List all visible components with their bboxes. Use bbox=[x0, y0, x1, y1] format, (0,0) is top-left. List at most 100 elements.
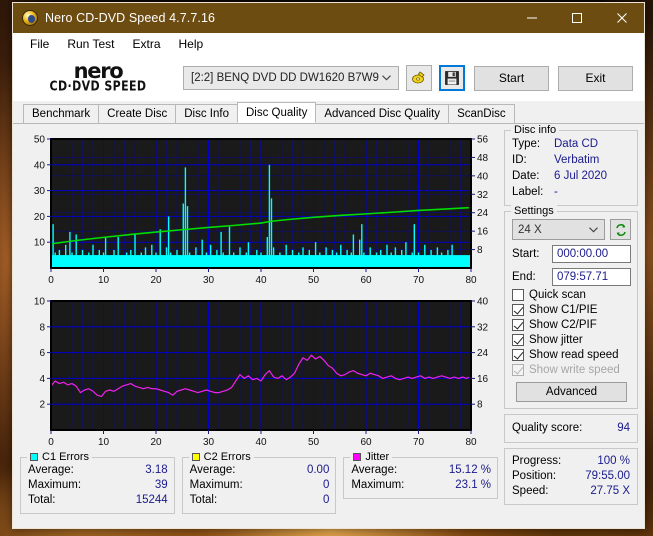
disc-type-row: Type: Data CD bbox=[512, 136, 631, 152]
disc-date-label: Date: bbox=[512, 170, 540, 182]
start-label: Start: bbox=[512, 248, 540, 260]
settings-panel: Settings 24 X Start: 000:00.00 End: 079:… bbox=[504, 205, 638, 409]
svg-text:10: 10 bbox=[98, 275, 110, 286]
svg-text:60: 60 bbox=[360, 275, 372, 286]
advanced-button[interactable]: Advanced bbox=[516, 382, 627, 402]
svg-text:20: 20 bbox=[150, 275, 162, 286]
minimize-button[interactable] bbox=[509, 3, 554, 33]
disc-info-legend: Disc info bbox=[511, 124, 560, 136]
svg-text:70: 70 bbox=[413, 437, 425, 448]
disc-eject-button[interactable] bbox=[406, 65, 432, 91]
tab-strip: Benchmark Create Disc Disc Info Disc Qua… bbox=[13, 102, 644, 124]
quick-scan-row[interactable]: Quick scan bbox=[512, 289, 631, 301]
show-read-speed-label: Show read speed bbox=[529, 349, 619, 361]
tab-scandisc[interactable]: ScanDisc bbox=[448, 104, 515, 123]
maximize-button[interactable] bbox=[554, 3, 599, 33]
progress-value: 100 % bbox=[597, 455, 630, 467]
show-read-speed-row[interactable]: Show read speed bbox=[512, 349, 631, 361]
c2-maximum-label: Maximum: bbox=[189, 479, 243, 491]
tab-disc-info[interactable]: Disc Info bbox=[175, 104, 238, 123]
speed-label: Speed: bbox=[512, 485, 549, 497]
position-value: 79:55.00 bbox=[585, 470, 630, 482]
c1-errors-chart-svg: 10 20 30 40 50 8 16 24 32 40 48 56 0 10 20 30 40 50 60 70 80 bbox=[34, 135, 489, 287]
toolbar: nero CD·DVD SPEED [2:2] BENQ DVD DD DW16… bbox=[13, 55, 644, 101]
svg-text:24: 24 bbox=[477, 208, 489, 219]
exit-button[interactable]: Exit bbox=[558, 65, 633, 91]
logo-nero-text: nero bbox=[73, 58, 124, 83]
menu-bar: File Run Test Extra Help bbox=[13, 33, 644, 55]
start-button[interactable]: Start bbox=[474, 65, 549, 91]
c1-total-value: 15244 bbox=[135, 494, 168, 506]
jitter-chart: 2 4 6 8 10 8 16 24 32 40 0 10 20 30 40 50 60 70 80 bbox=[20, 292, 498, 452]
c2-average-value: 0.00 bbox=[306, 464, 330, 476]
svg-text:8: 8 bbox=[39, 322, 45, 333]
disc-info-panel: Disc info Type: Data CD ID: Verbatim Dat… bbox=[504, 124, 638, 206]
end-input[interactable]: 079:57.71 bbox=[552, 268, 631, 286]
c2-average-label: Average: bbox=[189, 464, 236, 476]
refresh-arrows-icon bbox=[615, 223, 626, 236]
jitter-title: Jitter bbox=[365, 451, 390, 463]
disc-label-row: Label: - bbox=[512, 184, 631, 200]
show-jitter-label: Show jitter bbox=[529, 334, 583, 346]
progress-panel: Progress: 100 % Position: 79:55.00 Speed… bbox=[504, 448, 638, 505]
show-c2-pif-row[interactable]: Show C2/PIF bbox=[512, 319, 631, 331]
progress-row: Progress: 100 % bbox=[512, 454, 630, 469]
c1-errors-legend: C1 Errors bbox=[27, 451, 93, 463]
svg-text:80: 80 bbox=[465, 275, 477, 286]
show-jitter-row[interactable]: Show jitter bbox=[512, 334, 631, 346]
show-write-speed-label: Show write speed bbox=[529, 364, 620, 376]
tab-advanced-disc-quality[interactable]: Advanced Disc Quality bbox=[315, 104, 450, 123]
show-write-speed-checkbox bbox=[512, 364, 524, 376]
show-write-speed-row: Show write speed bbox=[512, 364, 631, 376]
speed-select[interactable]: 24 X bbox=[512, 219, 605, 240]
chevron-down-icon bbox=[382, 75, 391, 81]
show-c1-pie-checkbox[interactable] bbox=[512, 304, 524, 316]
show-c1-pie-row[interactable]: Show C1/PIE bbox=[512, 304, 631, 316]
show-read-speed-checkbox[interactable] bbox=[512, 349, 524, 361]
refresh-button[interactable] bbox=[610, 219, 631, 240]
c1-average-label: Average: bbox=[28, 464, 74, 476]
menu-help[interactable]: Help bbox=[171, 35, 212, 53]
c1-errors-title: C1 Errors bbox=[42, 451, 90, 463]
disc-eject-icon bbox=[412, 71, 425, 84]
disc-date-row: Date: 6 Jul 2020 bbox=[512, 168, 631, 184]
content-area: 10 20 30 40 50 8 16 24 32 40 48 56 0 10 20 30 40 50 60 70 80… bbox=[13, 124, 644, 528]
svg-text:16: 16 bbox=[477, 374, 489, 385]
svg-text:10: 10 bbox=[34, 238, 46, 249]
svg-text:24: 24 bbox=[477, 348, 489, 359]
menu-run-test[interactable]: Run Test bbox=[59, 35, 122, 53]
start-input[interactable]: 000:00.00 bbox=[552, 245, 631, 263]
c2-errors-legend: C2 Errors bbox=[188, 451, 254, 463]
svg-text:60: 60 bbox=[360, 437, 372, 448]
save-results-button[interactable] bbox=[439, 65, 465, 91]
c2-maximum-value: 0 bbox=[322, 479, 330, 491]
logo-subtitle-text: CD·DVD SPEED bbox=[49, 78, 147, 94]
show-c2-pif-checkbox[interactable] bbox=[512, 319, 524, 331]
jitter-average-value: 15.12 % bbox=[448, 464, 492, 476]
svg-text:10: 10 bbox=[98, 437, 110, 448]
tab-create-disc[interactable]: Create Disc bbox=[98, 104, 177, 123]
jitter-legend: Jitter bbox=[350, 451, 393, 463]
settings-legend: Settings bbox=[511, 205, 557, 217]
quick-scan-checkbox[interactable] bbox=[512, 289, 524, 301]
svg-text:70: 70 bbox=[413, 275, 425, 286]
svg-text:32: 32 bbox=[477, 190, 489, 201]
menu-extra[interactable]: Extra bbox=[124, 35, 168, 53]
tab-benchmark[interactable]: Benchmark bbox=[23, 104, 100, 123]
c2-total-value: 0 bbox=[322, 494, 330, 506]
start-field-row: Start: 000:00.00 bbox=[512, 245, 631, 263]
c1-average-row: Average: 3.18 bbox=[28, 463, 168, 478]
speed-select-value: 24 X bbox=[518, 223, 542, 236]
application-window: Nero CD-DVD Speed 4.7.7.16 File Run Test… bbox=[12, 2, 645, 529]
progress-label: Progress: bbox=[512, 455, 562, 467]
menu-file[interactable]: File bbox=[22, 35, 57, 53]
charts-column: 10 20 30 40 50 8 16 24 32 40 48 56 0 10 20 30 40 50 60 70 80… bbox=[20, 130, 499, 522]
drive-select[interactable]: [2:2] BENQ DVD DD DW1620 B7W9 bbox=[183, 66, 399, 90]
c2-errors-panel: C2 Errors Average: 0.00 Maximum: 0 Total… bbox=[181, 451, 337, 514]
svg-text:16: 16 bbox=[477, 227, 489, 238]
c1-errors-chart: 10 20 30 40 50 8 16 24 32 40 48 56 0 10 20 30 40 50 60 70 80 bbox=[20, 130, 498, 290]
c1-maximum-value: 39 bbox=[154, 479, 168, 491]
tab-disc-quality[interactable]: Disc Quality bbox=[237, 102, 317, 123]
close-button[interactable] bbox=[599, 3, 644, 33]
show-jitter-checkbox[interactable] bbox=[512, 334, 524, 346]
